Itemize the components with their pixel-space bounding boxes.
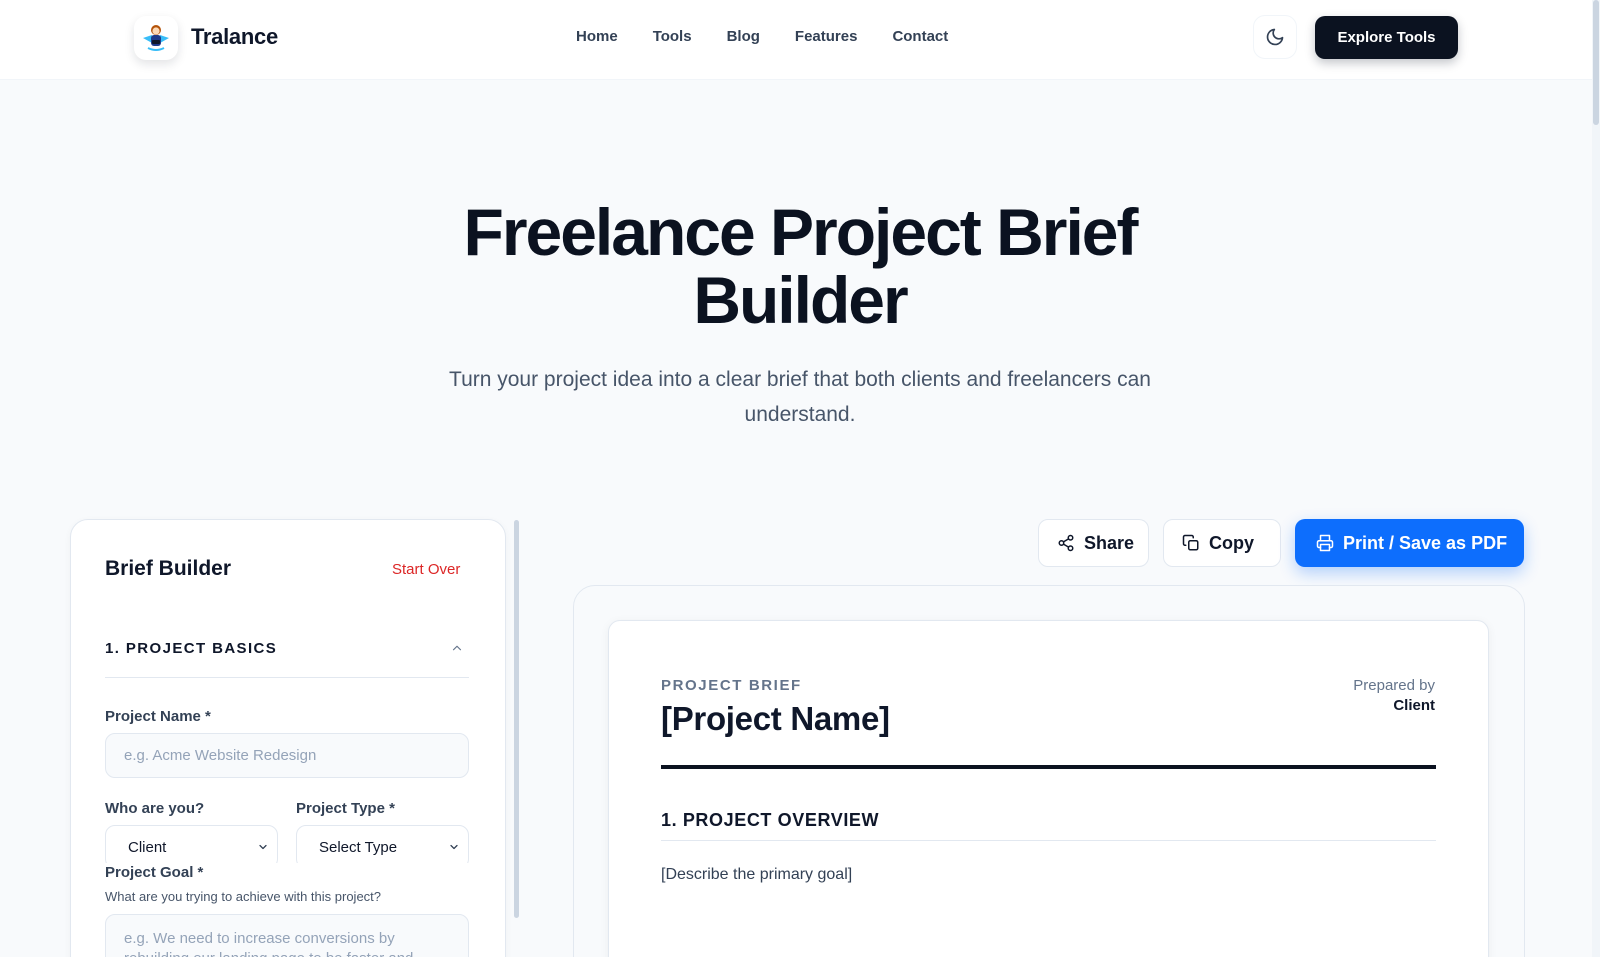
project-goal-hint: What are you trying to achieve with this… (105, 889, 382, 904)
page-title-line-1: Freelance Project Brief (463, 195, 1139, 269)
document-title: [Project Name] (661, 700, 890, 737)
chevron-down-icon (259, 844, 267, 850)
printer-icon (1316, 534, 1334, 552)
project-name-input[interactable]: e.g. Acme Website Redesign (105, 733, 469, 778)
explore-tools-button[interactable]: Explore Tools (1315, 16, 1458, 59)
chevron-down-icon (450, 844, 458, 850)
theme-toggle-button[interactable] (1253, 15, 1297, 59)
prepared-by-label: Prepared by (1353, 677, 1435, 694)
copy-button[interactable]: Copy (1163, 519, 1281, 567)
document-header-rule (661, 765, 1436, 769)
project-type-value: Select Type (319, 838, 398, 856)
chevron-up-icon[interactable] (450, 641, 464, 655)
copy-icon (1182, 534, 1199, 551)
document-eyebrow: PROJECT BRIEF (661, 677, 802, 694)
project-name-placeholder: e.g. Acme Website Redesign (124, 747, 317, 764)
share-label: Share (1084, 532, 1135, 553)
main-nav: Home Tools Blog Features Contact (576, 28, 983, 45)
share-button[interactable]: Share (1038, 519, 1149, 567)
page-scrollbar-thumb[interactable] (1593, 0, 1599, 125)
page-scrollbar[interactable] (1592, 0, 1600, 957)
document-overview-text: [Describe the primary goal] (661, 866, 853, 883)
who-are-you-value: Client (128, 838, 167, 856)
page-title: Freelance Project Brief Builder (300, 198, 1300, 334)
page-title-line-2: Builder (693, 263, 908, 337)
brand-name[interactable]: Tralance (191, 24, 278, 50)
nav-blog[interactable]: Blog (727, 28, 760, 45)
nav-tools[interactable]: Tools (653, 28, 692, 45)
print-label: Print / Save as PDF (1343, 532, 1508, 553)
section-divider (105, 677, 469, 678)
mascot-logo-icon (143, 25, 169, 51)
prepared-by-value: Client (1393, 697, 1435, 714)
project-name-label: Project Name * (105, 708, 211, 725)
project-goal-textarea[interactable]: e.g. We need to increase conversions by … (105, 914, 469, 957)
prepared-by: Prepared by Client (1353, 677, 1435, 714)
page-subtitle-line-2: understand. (744, 403, 856, 426)
nav-features[interactable]: Features (795, 28, 858, 45)
project-goal-label: Project Goal * (105, 863, 469, 881)
print-save-pdf-button[interactable]: Print / Save as PDF (1295, 519, 1524, 567)
page-subtitle: Turn your project idea into a clear brie… (390, 362, 1210, 432)
builder-title: Brief Builder (105, 557, 232, 580)
who-are-you-label: Who are you? (105, 800, 205, 817)
project-type-label: Project Type * (296, 800, 395, 817)
page-subtitle-line-1: Turn your project idea into a clear brie… (449, 368, 1151, 391)
document-section-overview: 1. PROJECT OVERVIEW (661, 810, 880, 830)
document-section-divider (661, 840, 1436, 841)
brief-document (608, 620, 1489, 957)
share-icon (1058, 534, 1074, 552)
nav-contact[interactable]: Contact (892, 28, 948, 45)
section-project-basics[interactable]: 1. PROJECT BASICS (105, 640, 277, 657)
copy-label: Copy (1209, 532, 1254, 553)
project-goal-placeholder: e.g. We need to increase conversions by … (124, 930, 413, 957)
site-header: Tralance Home Tools Blog Features Contac… (0, 0, 1592, 80)
brand-logo[interactable] (134, 16, 178, 60)
start-over-button[interactable]: Start Over (392, 561, 460, 578)
builder-panel-scrollbar[interactable] (514, 520, 519, 918)
nav-home[interactable]: Home (576, 28, 618, 45)
moon-icon (1266, 28, 1284, 46)
